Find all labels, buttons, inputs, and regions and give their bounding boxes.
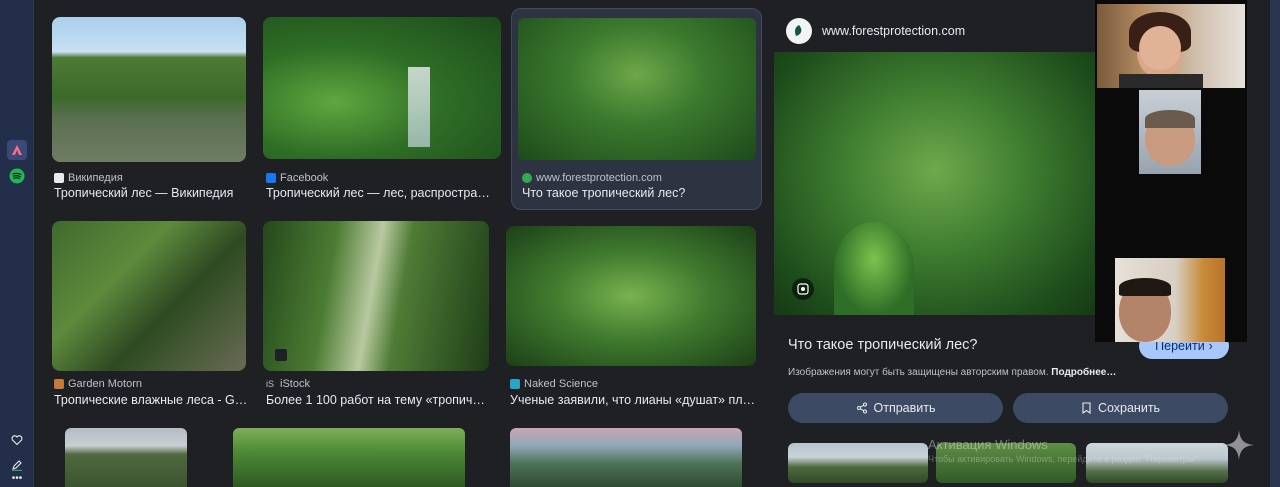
sparkle-icon[interactable] (1222, 428, 1256, 462)
result-title[interactable]: Более 1 100 работ на тему «тропиче… (266, 393, 491, 407)
result-thumbnail[interactable] (65, 428, 187, 487)
window-edge (1270, 0, 1280, 487)
source-label: iStock (280, 378, 310, 390)
save-label: Сохранить (1097, 401, 1161, 415)
image-badge-icon (275, 349, 287, 361)
result-thumbnail[interactable] (506, 226, 756, 366)
participant-tile[interactable] (1097, 4, 1245, 88)
image-results-grid: Википедия Тропический лес — Википедия Fa… (34, 0, 770, 487)
related-thumbnail[interactable] (788, 443, 928, 483)
result-title[interactable]: Тропический лес — лес, распростране… (266, 186, 496, 200)
result-title[interactable]: Ученые заявили, что лианы «душат» пла… (510, 393, 758, 407)
save-button[interactable]: Сохранить (1013, 393, 1228, 423)
source-label: Википедия (68, 172, 123, 184)
detail-header: www.forestprotection.com (786, 18, 965, 44)
spotify-icon[interactable] (7, 166, 27, 186)
result-thumbnail[interactable] (510, 428, 742, 487)
site-logo-icon[interactable] (786, 18, 812, 44)
windows-activation-title: Активация Windows (928, 437, 1048, 452)
site-link[interactable]: www.forestprotection.com (822, 24, 965, 38)
garden-icon (54, 379, 64, 389)
result-title[interactable]: Тропический лес — Википедия (54, 186, 254, 200)
share-button[interactable]: Отправить (788, 393, 1003, 423)
result-thumbnail[interactable] (263, 17, 501, 159)
source-label: Facebook (280, 172, 329, 184)
share-icon (856, 402, 867, 414)
istock-icon: iS (266, 379, 275, 389)
source-label: www.forestprotection.com (536, 172, 662, 184)
left-rail: ••• (0, 0, 34, 487)
detail-preview-image[interactable] (774, 52, 1096, 315)
result-source: Facebook (266, 172, 328, 184)
video-call-overlay (1095, 0, 1247, 342)
lens-icon[interactable] (792, 278, 814, 300)
facebook-icon (266, 173, 276, 183)
result-title[interactable]: Тропические влажные леса - G… (54, 393, 254, 407)
forestprotection-icon (522, 173, 532, 183)
participant-tile[interactable] (1139, 90, 1201, 174)
windows-activation-hint: Чтобы активировать Windows, перейдите в … (928, 454, 1200, 464)
more-link[interactable]: Подробнее… (1051, 367, 1116, 378)
result-thumbnail[interactable] (52, 17, 246, 162)
wikipedia-icon (54, 173, 64, 183)
detail-title: Что такое тропический лес? (788, 337, 978, 353)
result-thumbnail[interactable] (263, 221, 489, 371)
share-label: Отправить (873, 401, 936, 415)
result-source: Garden Motorn (54, 378, 142, 390)
result-source: Википедия (54, 172, 123, 184)
result-thumbnail[interactable] (52, 221, 246, 371)
note-text: Изображения могут быть защищены авторски… (788, 367, 1049, 378)
source-label: Garden Motorn (68, 378, 142, 390)
result-source: Naked Science (510, 378, 598, 390)
bookmark-icon (1082, 402, 1091, 414)
participant-tile[interactable] (1115, 258, 1225, 342)
more-icon[interactable]: ••• (7, 472, 27, 484)
naked-science-icon (510, 379, 520, 389)
result-thumbnail[interactable] (518, 18, 756, 160)
result-title[interactable]: Что такое тропический лес? (522, 186, 752, 200)
result-thumbnail[interactable] (233, 428, 465, 487)
result-source: iS iStock (266, 378, 310, 390)
app-launcher-icon[interactable] (7, 140, 27, 160)
copyright-note: Изображения могут быть защищены авторски… (788, 367, 1116, 378)
result-source: www.forestprotection.com (522, 172, 662, 184)
heart-icon[interactable] (7, 430, 27, 450)
source-label: Naked Science (524, 378, 598, 390)
